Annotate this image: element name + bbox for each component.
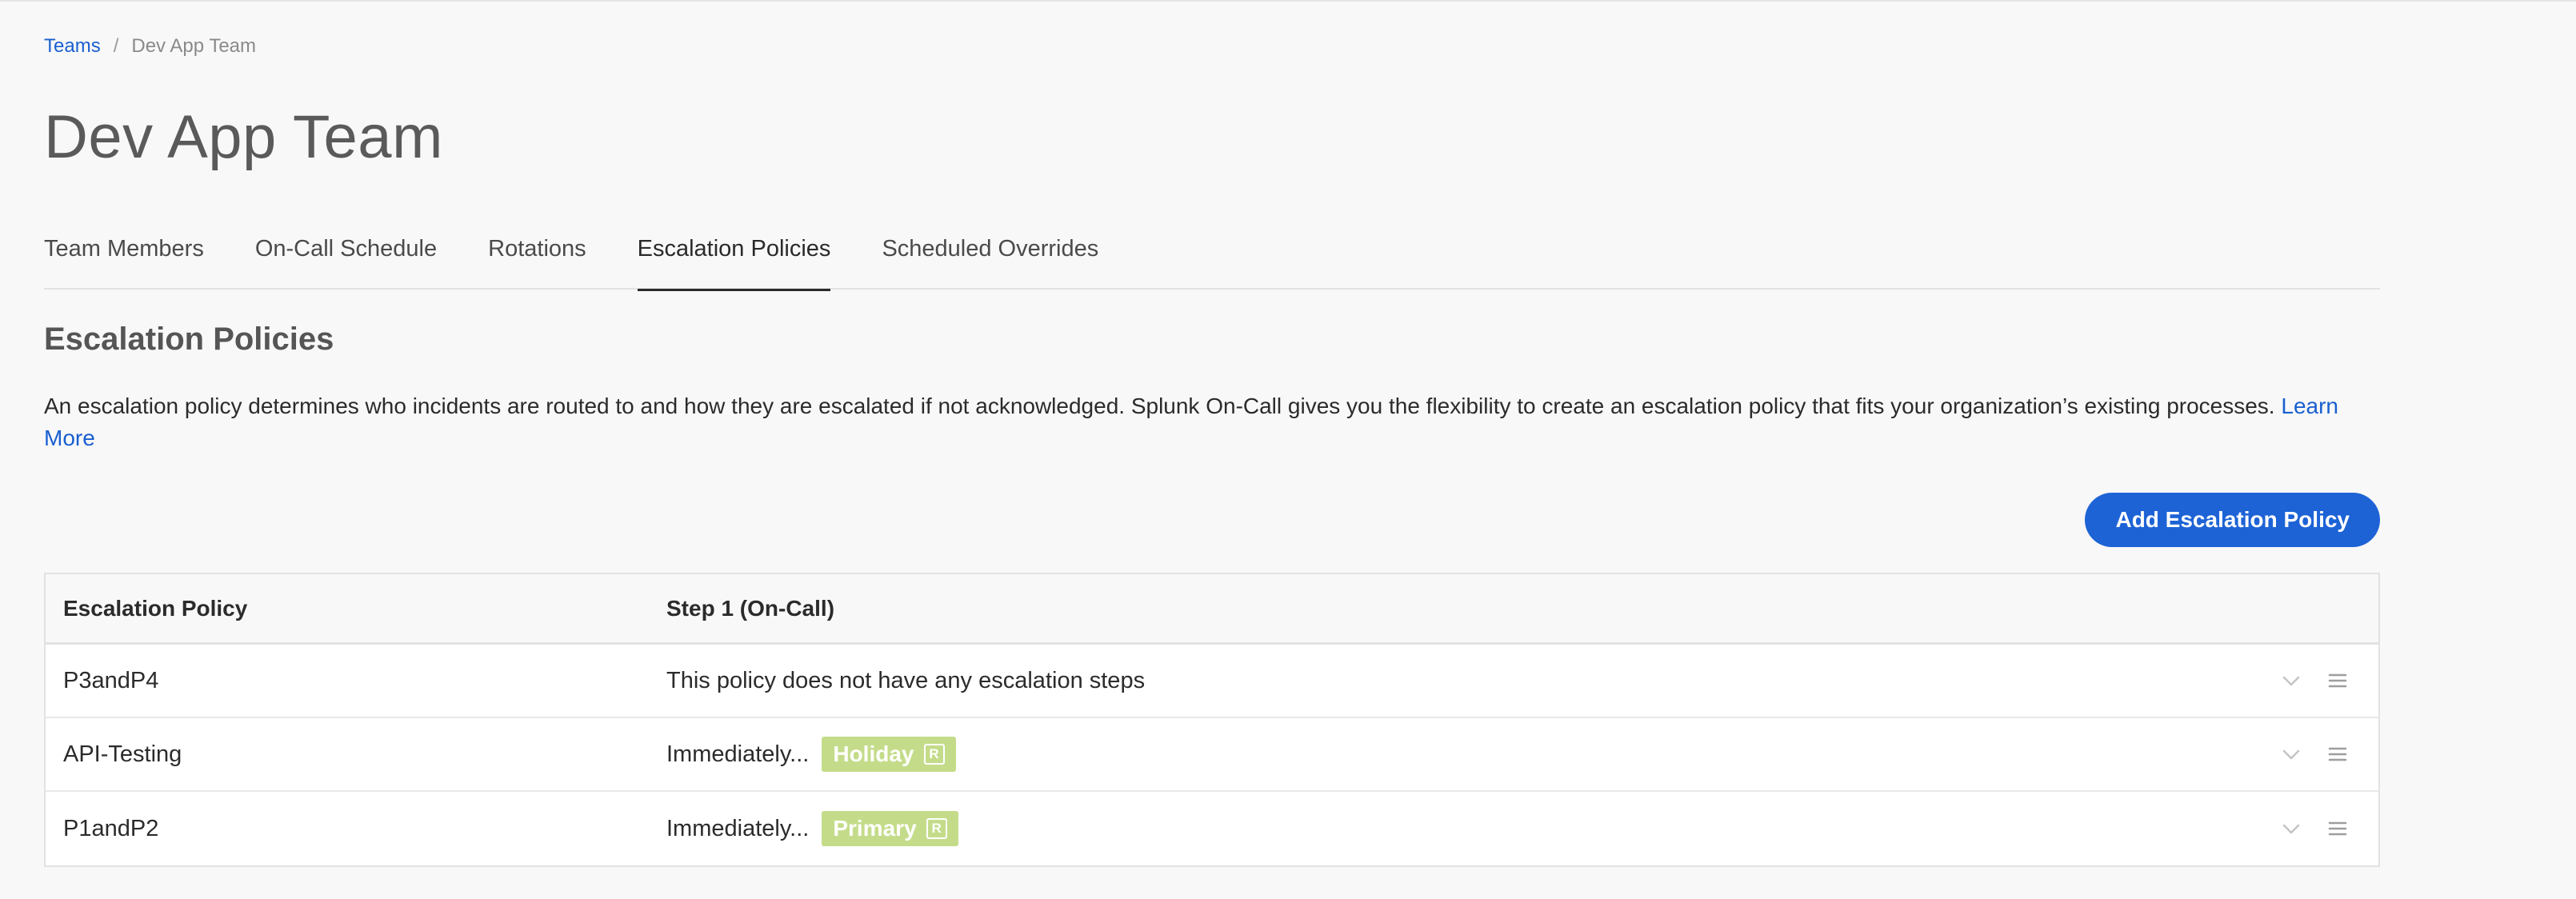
section-description: An escalation policy determines who inci… xyxy=(44,390,2380,454)
section-title: Escalation Policies xyxy=(44,322,334,357)
breadcrumb: Teams / Dev App Team xyxy=(44,35,256,58)
tab-escalation-policies[interactable]: Escalation Policies xyxy=(637,216,830,291)
chevron-down-icon[interactable] xyxy=(2279,669,2303,693)
table-row[interactable]: API-Testing Immediately... Holiday R xyxy=(46,718,2378,792)
rotation-badge-label: Holiday xyxy=(833,741,914,766)
rotation-badge-label: Primary xyxy=(833,816,917,841)
team-tabs: Team Members On-Call Schedule Rotations … xyxy=(44,216,2380,291)
breadcrumb-separator: / xyxy=(113,35,119,57)
tab-team-members[interactable]: Team Members xyxy=(44,216,204,290)
header-step-1: Step 1 (On-Call) xyxy=(666,595,835,621)
menu-icon[interactable] xyxy=(2326,817,2350,841)
rotation-badge-marker: R xyxy=(923,744,945,765)
step-text: This policy does not have any escalation… xyxy=(666,667,1146,693)
top-divider xyxy=(0,0,2576,2)
breadcrumb-teams-link[interactable]: Teams xyxy=(44,35,101,58)
chevron-down-icon[interactable] xyxy=(2279,742,2303,766)
step-text: Immediately... xyxy=(666,741,810,767)
step-text: Immediately... xyxy=(666,815,810,841)
table-row[interactable]: P3andP4 This policy does not have any es… xyxy=(46,645,2378,718)
tab-on-call-schedule[interactable]: On-Call Schedule xyxy=(255,216,437,290)
policy-name[interactable]: P1andP2 xyxy=(46,816,666,842)
step-cell: Immediately... Primary R xyxy=(666,811,2279,846)
rotation-badge[interactable]: Holiday R xyxy=(822,737,956,772)
row-actions xyxy=(2279,817,2350,841)
row-actions xyxy=(2279,742,2350,766)
add-escalation-policy-button[interactable]: Add Escalation Policy xyxy=(2085,493,2380,547)
tab-rotations[interactable]: Rotations xyxy=(488,216,586,290)
header-escalation-policy: Escalation Policy xyxy=(63,595,248,621)
table-row[interactable]: P1andP2 Immediately... Primary R xyxy=(46,792,2378,865)
breadcrumb-current: Dev App Team xyxy=(131,35,257,57)
escalation-policies-table: Escalation Policy Step 1 (On-Call) P3and… xyxy=(44,573,2380,867)
menu-icon[interactable] xyxy=(2326,742,2350,766)
rotation-badge[interactable]: Primary R xyxy=(822,811,958,846)
menu-icon[interactable] xyxy=(2326,669,2350,693)
chevron-down-icon[interactable] xyxy=(2279,817,2303,841)
policy-name[interactable]: API-Testing xyxy=(46,741,666,768)
table-header: Escalation Policy Step 1 (On-Call) xyxy=(46,574,2378,645)
step-cell: Immediately... Holiday R xyxy=(666,737,2279,772)
tab-scheduled-overrides[interactable]: Scheduled Overrides xyxy=(882,216,1098,290)
rotation-badge-marker: R xyxy=(926,818,947,839)
description-text: An escalation policy determines who inci… xyxy=(44,394,2282,418)
step-cell: This policy does not have any escalation… xyxy=(666,668,2279,694)
policy-name[interactable]: P3andP4 xyxy=(46,668,666,694)
row-actions xyxy=(2279,669,2350,693)
page-title: Dev App Team xyxy=(44,103,443,171)
